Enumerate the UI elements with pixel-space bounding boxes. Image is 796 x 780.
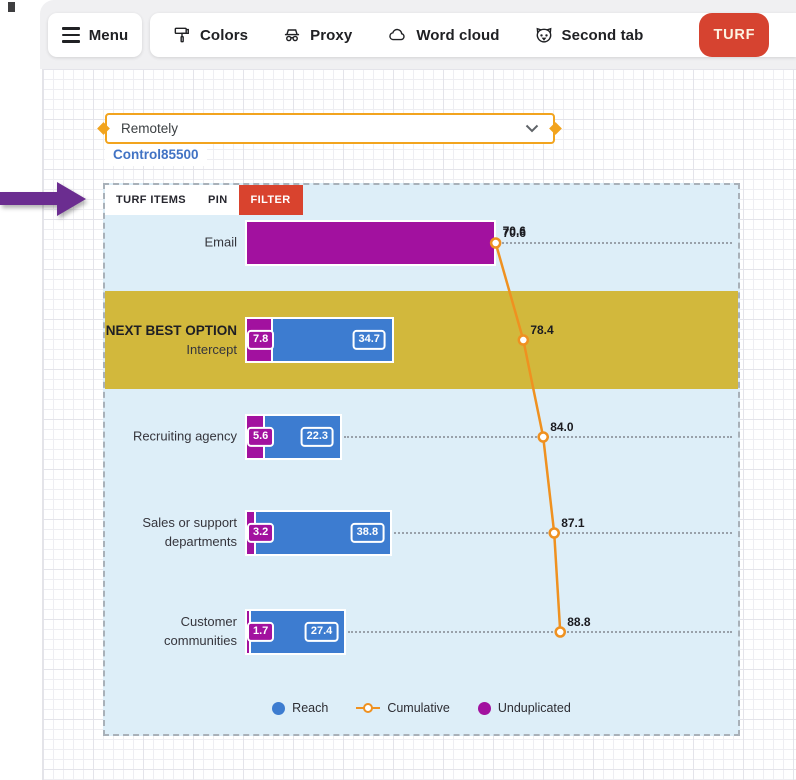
chart-row[interactable]: NEXT BEST OPTIONIntercept 7.8 34.7	[105, 291, 738, 389]
chart-row[interactable]: Customer communities 1.7 27.4	[105, 581, 738, 683]
category-label: Recruiting agency	[105, 428, 237, 447]
pet-face-icon	[534, 25, 554, 45]
chart-row[interactable]: Email 70.6	[105, 195, 738, 291]
legend-reach-label: Reach	[292, 701, 328, 715]
reach-value-chip: 27.4	[305, 622, 338, 642]
category-label: NEXT BEST OPTIONIntercept	[105, 321, 237, 359]
chart-legend: Reach Cumulative Unduplicated	[105, 697, 738, 719]
cloud-icon	[386, 25, 408, 45]
reach-value-chip: 34.7	[352, 330, 385, 350]
menu-button[interactable]: Menu	[48, 13, 142, 57]
unduplicated-value-chip: 5.6	[247, 427, 274, 447]
category-label: Email	[105, 234, 237, 253]
word-cloud-label: Word cloud	[416, 27, 499, 44]
turf-chart-panel[interactable]: TURF ITEMS PIN FILTER Email70.6NEXT BEST…	[103, 183, 740, 736]
dropdown-selected-value: Remotely	[121, 121, 525, 136]
cumulative-value-label: 87.1	[561, 516, 584, 530]
proxy-label: Proxy	[310, 27, 352, 44]
dotted-leader	[348, 631, 732, 633]
hamburger-icon	[62, 27, 80, 43]
category-label: Customer communities	[105, 613, 237, 651]
cumulative-value-label: 84.0	[550, 420, 573, 434]
pointer-arrow-icon	[0, 182, 88, 216]
remotely-dropdown[interactable]: Remotely	[105, 113, 555, 144]
cumulative-value-label: 70.6	[503, 226, 526, 240]
menu-button-label: Menu	[89, 27, 129, 44]
top-left-mark	[8, 2, 15, 12]
colors-button[interactable]: Colors	[172, 25, 248, 45]
second-tab-label: Second tab	[562, 27, 644, 44]
chart-row[interactable]: Sales or support departments 3.2 38.8	[105, 485, 738, 581]
legend-unduplicated[interactable]: Unduplicated	[478, 701, 571, 715]
app-window: Menu Colors Pr	[0, 0, 796, 780]
cumulative-line-icon	[356, 702, 380, 714]
reach-dot-icon	[272, 702, 285, 715]
unduplicated-value-chip: 7.8	[247, 330, 274, 350]
cumulative-value-label: 78.4	[530, 323, 553, 337]
dotted-leader	[344, 436, 732, 438]
second-tab-button[interactable]: Second tab	[534, 25, 644, 45]
legend-reach[interactable]: Reach	[272, 701, 328, 715]
reach-value-chip: 38.8	[351, 523, 384, 543]
legend-unduplicated-label: Unduplicated	[498, 701, 571, 715]
category-label: Sales or support departments	[105, 514, 237, 552]
unduplicated-dot-icon	[478, 702, 491, 715]
unduplicated-value-chip: 1.7	[247, 622, 274, 642]
chevron-down-icon	[525, 120, 539, 138]
proxy-button[interactable]: Proxy	[282, 25, 352, 45]
colors-label: Colors	[200, 27, 248, 44]
turf-tab-button[interactable]: TURF	[699, 13, 769, 57]
toolbar: Colors Proxy Word cloud	[150, 13, 796, 57]
reach-value-chip: 22.3	[301, 427, 334, 447]
legend-cumulative-label: Cumulative	[387, 701, 450, 715]
legend-cumulative[interactable]: Cumulative	[356, 701, 450, 715]
word-cloud-button[interactable]: Word cloud	[386, 25, 499, 45]
dotted-leader	[394, 532, 732, 534]
unduplicated-value-chip: 3.2	[247, 523, 274, 543]
unduplicated-bar[interactable]	[245, 220, 496, 266]
control-id-chip: Control85500	[105, 144, 207, 166]
incognito-icon	[282, 25, 302, 45]
chart-row[interactable]: Recruiting agency 5.6 22.3	[105, 389, 738, 485]
cumulative-value-label: 88.8	[567, 615, 590, 629]
dotted-leader	[498, 242, 732, 244]
paint-roller-icon	[172, 25, 192, 45]
